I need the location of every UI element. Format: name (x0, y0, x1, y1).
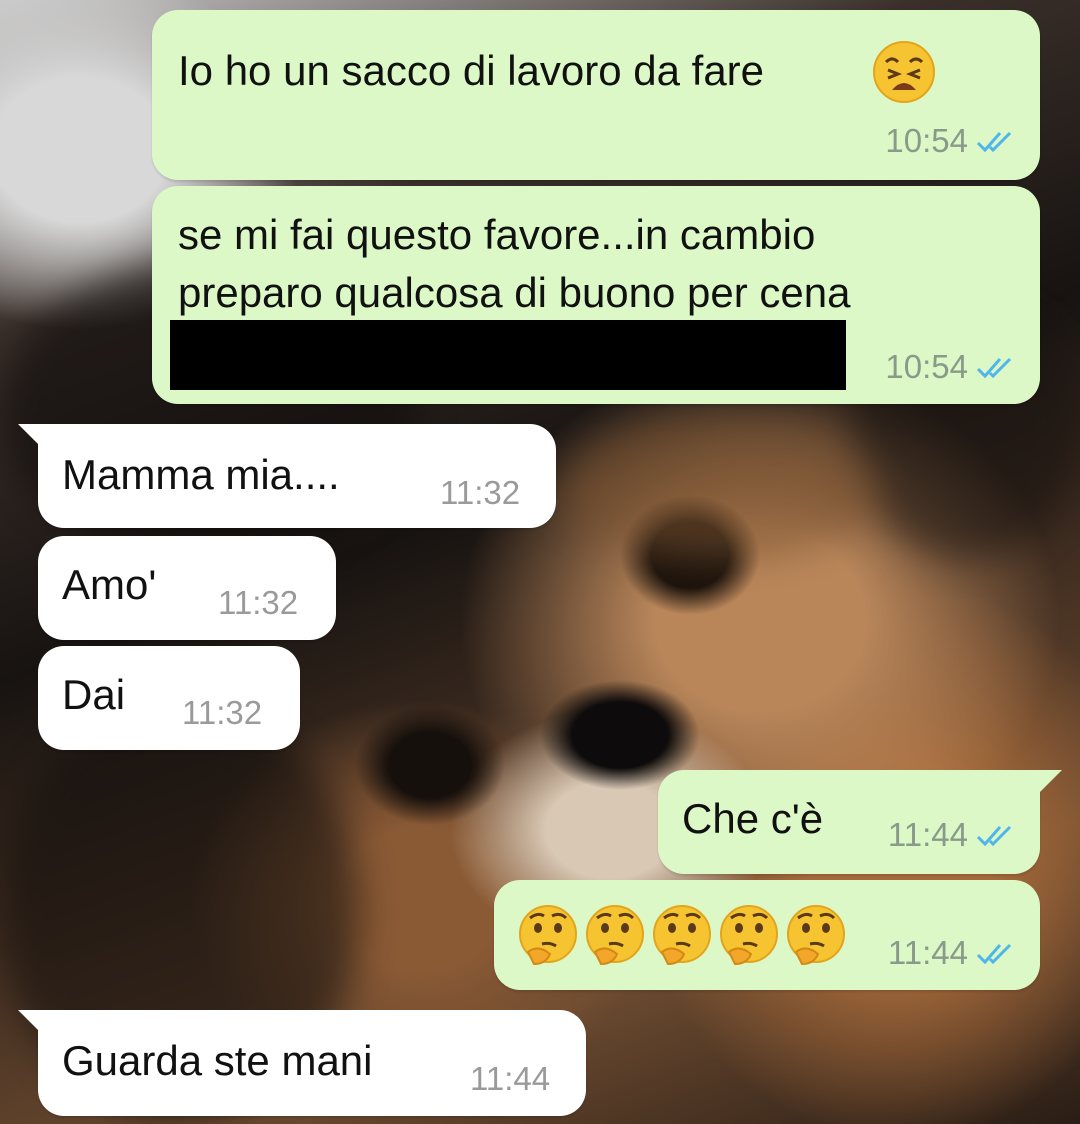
message-bubble-outgoing[interactable]: 11:44 (494, 880, 1040, 990)
thinking-face-emoji (586, 905, 644, 966)
thinking-face-emoji (653, 905, 711, 966)
thinking-face-emoji (720, 905, 778, 966)
message-bubble-incoming[interactable]: Dai 11:32 (38, 646, 300, 750)
message-bubble-incoming[interactable]: Amo' 11:32 (38, 536, 336, 640)
weary-face-emoji (872, 40, 936, 109)
double-check-icon (976, 943, 1012, 965)
message-time: 11:32 (440, 474, 521, 511)
message-text: Io ho un sacco di lavoro da fare (178, 47, 765, 94)
message-time: 11:44 (887, 934, 968, 971)
message-bubble-outgoing[interactable]: Che c'è 11:44 (658, 770, 1040, 874)
message-meta: 11:32 (218, 584, 298, 622)
message-meta: 11:32 (182, 694, 262, 732)
message-bubble-incoming[interactable]: Mamma mia.... 11:32 (38, 424, 556, 528)
message-text: Amo' (62, 561, 157, 608)
message-text: se mi fai questo favore...in cambio prep… (178, 211, 851, 316)
message-meta: 11:32 (440, 474, 520, 512)
message-bubble-outgoing[interactable]: se mi fai questo favore...in cambio prep… (152, 186, 1040, 404)
message-meta: 10:54 (885, 122, 1018, 160)
message-text: Dai (62, 671, 126, 718)
message-meta: 11:44 (888, 934, 1018, 972)
redaction-box (170, 320, 846, 390)
bubble-tail (18, 424, 48, 454)
message-meta: 11:44 (888, 816, 1018, 854)
message-time: 11:44 (887, 816, 968, 853)
message-text: Che c'è (682, 795, 824, 842)
message-meta: 10:54 (885, 348, 1018, 386)
message-time: 11:32 (182, 694, 263, 731)
message-time: 11:32 (218, 584, 299, 621)
bubble-tail (1032, 770, 1062, 800)
message-time: 10:54 (885, 348, 968, 385)
message-time: 11:44 (470, 1060, 551, 1097)
message-text: Mamma mia.... (62, 451, 340, 498)
double-check-icon (976, 131, 1012, 153)
thinking-face-emoji (519, 905, 577, 966)
double-check-icon (976, 357, 1012, 379)
bubble-tail (18, 1010, 48, 1040)
thinking-face-emoji (787, 905, 845, 966)
message-bubble-incoming[interactable]: Guarda ste mani 11:44 (38, 1010, 586, 1116)
message-time: 10:54 (885, 122, 968, 159)
double-check-icon (976, 825, 1012, 847)
emoji-row (516, 904, 848, 968)
message-meta: 11:44 (470, 1060, 550, 1098)
message-bubble-outgoing[interactable]: Io ho un sacco di lavoro da fare 10:54 (152, 10, 1040, 180)
message-text: Guarda ste mani (62, 1037, 373, 1084)
